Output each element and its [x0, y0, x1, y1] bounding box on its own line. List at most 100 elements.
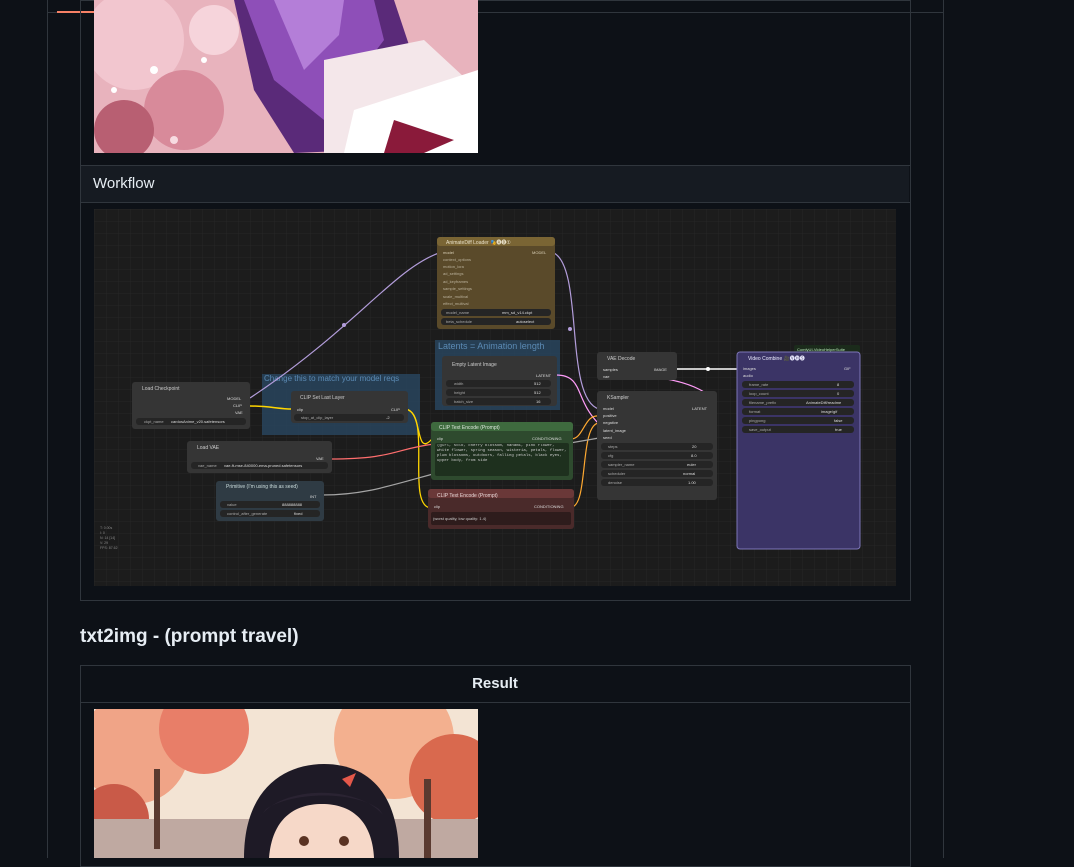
clip-text-encode-negative-node[interactable]: CLIP Text Encode (Prompt) clip CONDITION… [428, 489, 574, 529]
output-slot: MODEL [532, 250, 547, 255]
output-slot: LATENT [692, 406, 708, 411]
stat-line: V: 29 [100, 541, 108, 545]
widget-label: vae_name [198, 463, 217, 468]
widget-label: denoise [608, 480, 623, 485]
input-slot: positive [603, 413, 617, 418]
node-title: Video Combine 🎥🅥🅗🅢 [748, 355, 805, 362]
input-slot: effect_multival [443, 301, 469, 306]
link-dot [568, 327, 572, 331]
widget-value: euler [687, 462, 697, 467]
model-group-title: Change this to match your model reqs [264, 374, 399, 383]
empty-latent-node[interactable]: Empty Latent Image LATENT width 512 heig… [442, 356, 557, 406]
widget-value: image/gif [821, 409, 838, 414]
load-checkpoint-node[interactable]: Load Checkpoint MODEL CLIP VAE ckpt_name… [132, 382, 250, 429]
workflow-graph-image[interactable]: Change this to match your model reqs Lat… [94, 209, 896, 586]
load-vae-node[interactable]: Load VAE VAE vae_name vae-ft-mse-840000-… [187, 441, 332, 473]
widget-value: fixed [294, 511, 302, 516]
node-title: VAE Decode [607, 356, 635, 362]
output-slot: VAE [235, 410, 243, 415]
output-slot: VAE [316, 456, 324, 461]
output-slot: LATENT [536, 373, 552, 378]
animatediff-loader-node[interactable]: AnimateDiff Loader 🎭🅐🅓① model MODEL cont… [437, 237, 555, 329]
widget-value: normal [683, 471, 695, 476]
ksampler-node[interactable]: KSampler model LATENT positive negative … [597, 391, 717, 500]
node-title: CLIP Text Encode (Prompt) [439, 425, 500, 431]
widget-label: frame_rate [749, 382, 769, 387]
prompt-text-positive[interactable]: (girl, solo, cherry blossom, hanami, pin… [437, 444, 567, 464]
node-title: Primitive (I'm using this as seed) [226, 484, 298, 490]
widget-value: 8.0 [691, 453, 697, 458]
result-image-anime-girl-purple-hair[interactable] [94, 0, 478, 153]
clip-text-encode-positive-node[interactable]: CLIP Text Encode (Prompt) clip CONDITION… [431, 422, 573, 480]
input-slot: vae [603, 374, 610, 379]
result-image-anime-girl-autumn[interactable] [94, 709, 478, 858]
widget-value: 1.00 [688, 480, 697, 485]
widget-label: scheduler [608, 471, 626, 476]
widget-value: 512 [534, 390, 541, 395]
node-title: KSampler [607, 395, 629, 401]
output-slot: GIF [844, 366, 851, 371]
node-title: AnimateDiff Loader 🎭🅐🅓① [446, 239, 511, 246]
output-slot: INT [310, 494, 317, 499]
input-slot: model [443, 250, 454, 255]
link-dot [706, 367, 710, 371]
output-slot: IMAGE [654, 367, 667, 372]
output-slot: CLIP [233, 403, 242, 408]
video-combine-node[interactable]: ComfyUI-VideoHelperSuite Video Combine 🎥… [736, 345, 861, 550]
input-slot: latent_image [603, 428, 627, 433]
workflow-label: Workflow [93, 175, 155, 192]
input-slot: clip [437, 436, 444, 441]
widget-label: batch_size [454, 399, 474, 404]
widget-label: sampler_name [608, 462, 635, 467]
link-dot [342, 323, 346, 327]
input-slot: ad_settings [443, 271, 463, 276]
widget-label: save_output [749, 427, 772, 432]
input-slot: ad_keyframes [443, 279, 468, 284]
input-slot: context_options [443, 257, 471, 262]
widget-value: mm_sd_v14.ckpt [502, 310, 533, 315]
widget-value: 512 [534, 381, 541, 386]
widget-label: beta_schedule [446, 319, 473, 324]
widget-value: false [834, 418, 843, 423]
widget-value: vae-ft-mse-840000-ema-pruned.safetensors [224, 463, 302, 468]
widget-value: 888888888 [282, 502, 303, 507]
widget-label: stop_at_clip_layer [301, 415, 334, 420]
stat-line: N: 14 [14] [100, 536, 115, 540]
input-slot: clip [297, 407, 304, 412]
vae-decode-node[interactable]: VAE Decode samples vae IMAGE [597, 352, 677, 380]
section-heading: txt2img - (prompt travel) [80, 626, 299, 647]
input-slot: samples [603, 367, 618, 372]
widget-label: model_name [446, 310, 470, 315]
workflow-row [81, 166, 909, 202]
output-slot: CONDITIONING [532, 436, 562, 441]
input-slot: scale_multival [443, 294, 468, 299]
stat-line: FPS: 87.62 [100, 546, 118, 550]
prompt-text-negative[interactable]: (worst quality, low quality: 1.4) [433, 516, 487, 521]
widget-label: control_after_generate [227, 511, 268, 516]
primitive-seed-node[interactable]: Primitive (I'm using this as seed) INT v… [216, 481, 324, 521]
latents-group-title: Latents = Animation length [438, 341, 544, 351]
input-slot: sample_settings [443, 286, 472, 291]
node-title: Load Checkpoint [142, 386, 180, 392]
input-slot: audio [743, 373, 754, 378]
stat-line: T: 0.00s [100, 526, 113, 530]
table-divider [80, 702, 910, 703]
widget-label: steps [608, 444, 618, 449]
input-slot: images [743, 366, 756, 371]
result-header-label: Result [472, 675, 518, 692]
input-slot: model [603, 406, 614, 411]
output-slot: CLIP [391, 407, 400, 412]
input-slot: seed [603, 435, 612, 440]
widget-value: AnimateDiff/readme [806, 400, 842, 405]
widget-value: 20 [692, 444, 697, 449]
widget-value: autoselect [516, 319, 535, 324]
input-slot: clip [434, 504, 441, 509]
widget-value: 16 [536, 399, 541, 404]
node-title: CLIP Text Encode (Prompt) [437, 493, 498, 499]
stat-line: I: 0 [100, 531, 105, 535]
node-badge: ComfyUI-VideoHelperSuite [797, 347, 846, 352]
widget-label: cfg [608, 453, 613, 458]
input-slot: negative [603, 420, 619, 425]
widget-label: width [454, 381, 463, 386]
clip-set-last-layer-node[interactable]: CLIP Set Last Layer clip CLIP stop_at_cl… [291, 391, 408, 423]
